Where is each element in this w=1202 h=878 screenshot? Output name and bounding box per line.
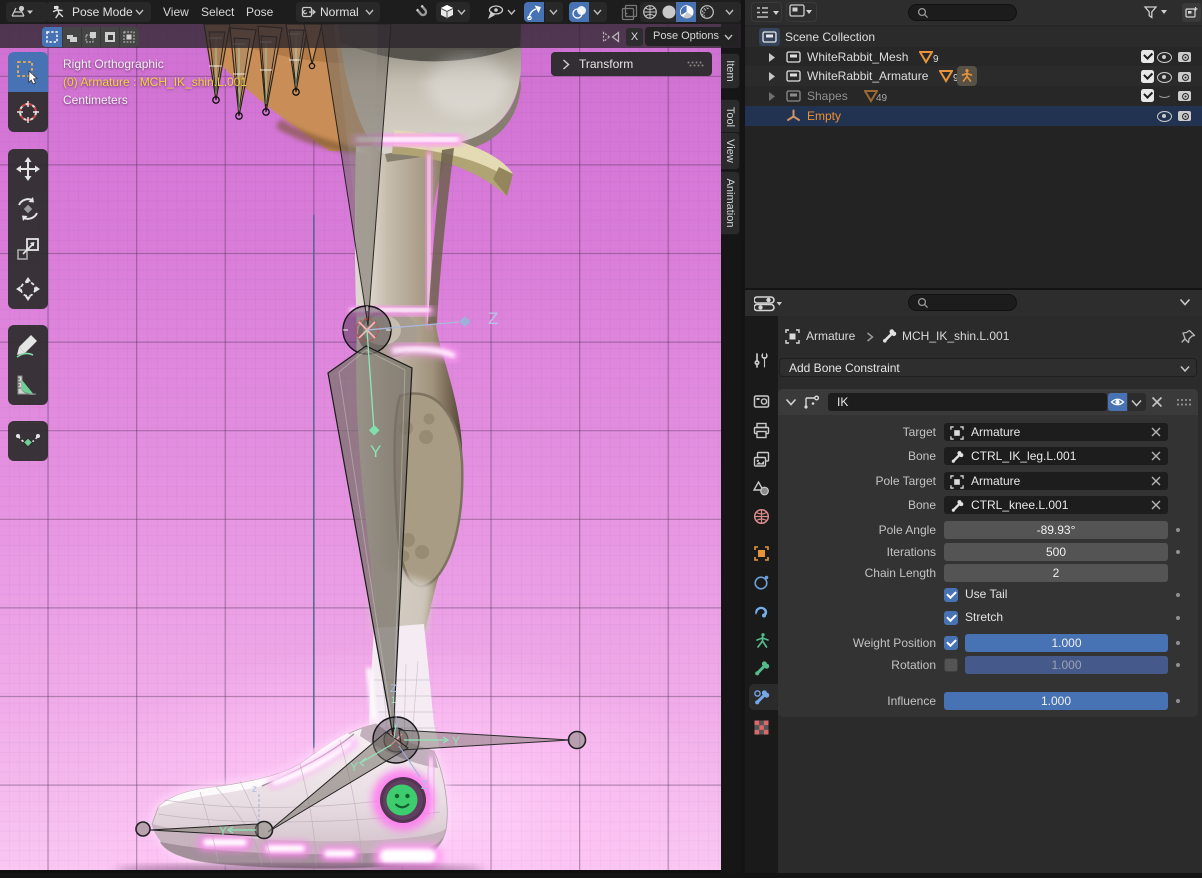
svg-text:Z: Z [390,683,397,695]
svg-text:1: 1 [391,695,396,705]
svg-text:Y: Y [350,760,358,774]
svg-text:Z: Z [421,778,428,792]
svg-text:Z: Z [488,309,498,328]
svg-text:Y: Y [219,824,227,838]
svg-text:z: z [252,784,257,795]
svg-text:Y: Y [452,734,460,748]
svg-text:Y: Y [370,442,381,461]
